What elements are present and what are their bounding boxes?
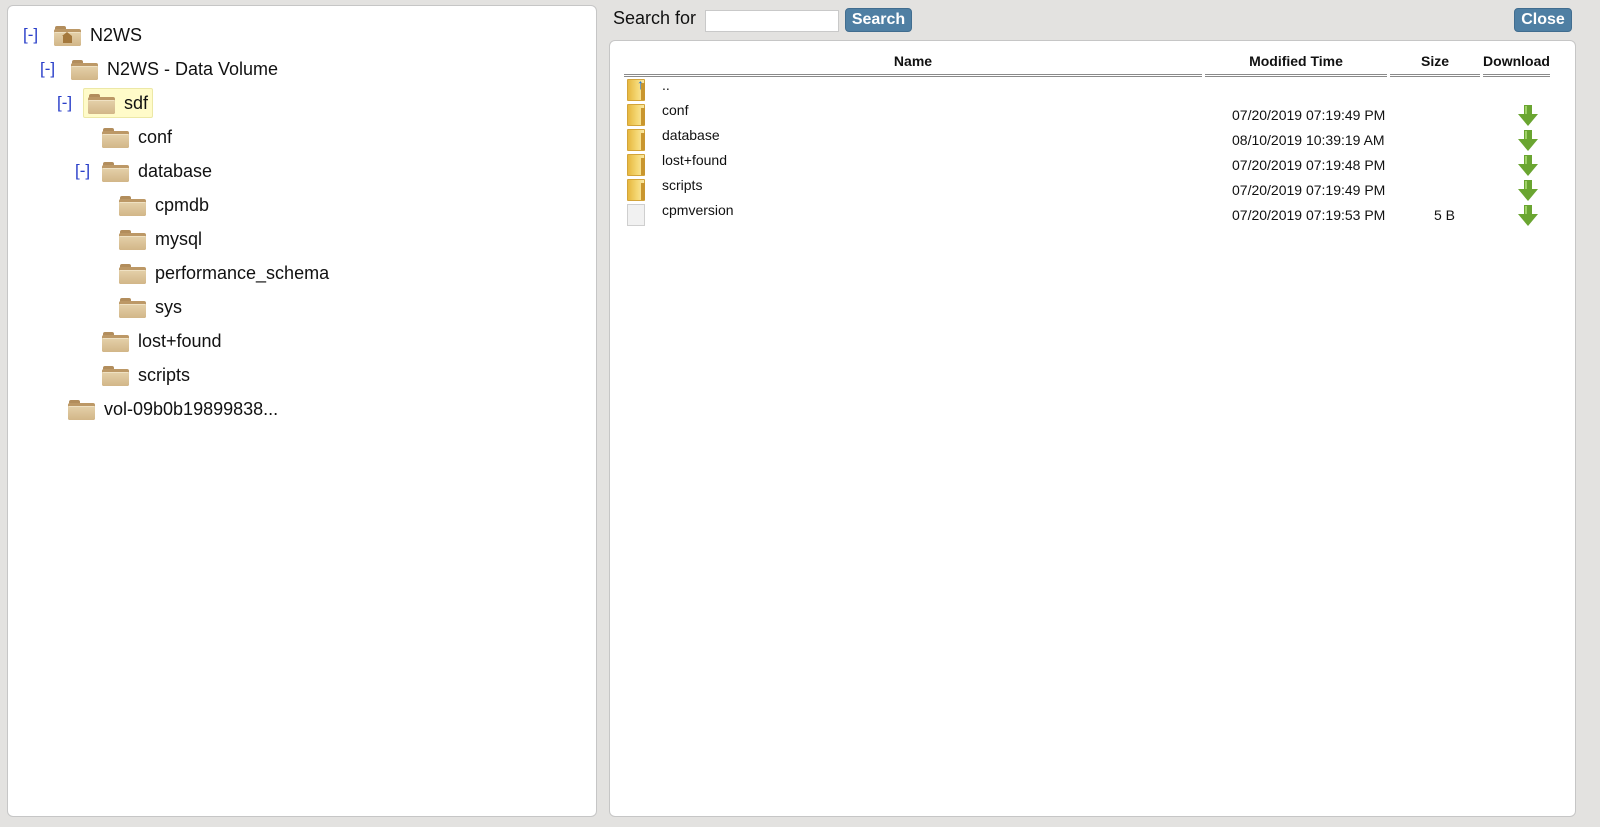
tree-node-cpmdb[interactable]: cpmdb xyxy=(114,190,214,220)
folder-icon xyxy=(119,263,146,284)
folder-tree-panel: [-] N2WS [-] N2WS - Data Volume [-] sdf … xyxy=(7,5,597,817)
download-icon[interactable] xyxy=(1517,179,1539,203)
tree-node-body[interactable]: scripts xyxy=(97,360,195,390)
tree-node-body[interactable]: conf xyxy=(97,122,177,152)
collapse-toggle[interactable]: [-] xyxy=(40,59,60,79)
column-header-modified-time[interactable]: Modified Time xyxy=(1205,53,1387,77)
download-icon[interactable] xyxy=(1517,204,1539,228)
folder-icon xyxy=(627,179,645,201)
column-header-download[interactable]: Download xyxy=(1483,53,1550,77)
folder-icon xyxy=(119,297,146,318)
folder-icon xyxy=(119,229,146,250)
tree-node-body[interactable]: N2WS - Data Volume xyxy=(66,54,283,84)
tree-node-label: sdf xyxy=(124,92,149,113)
folder-icon xyxy=(627,104,645,126)
parent-folder-icon[interactable]: ↑ xyxy=(627,76,645,101)
file-icon xyxy=(627,204,645,226)
tree-node-label: sys xyxy=(155,296,182,317)
file-name[interactable]: database xyxy=(662,127,720,143)
download-icon[interactable] xyxy=(1517,129,1539,153)
download-icon[interactable] xyxy=(1517,154,1539,178)
table-row[interactable]: conf 07/20/2019 07:19:49 PM xyxy=(624,102,1564,127)
folder-icon xyxy=(102,331,129,352)
folder-icon xyxy=(102,127,129,148)
folder-icon xyxy=(119,195,146,216)
folder-icon xyxy=(88,93,115,114)
tree-node-scripts[interactable]: scripts xyxy=(97,360,195,390)
tree-node-label: conf xyxy=(138,126,173,147)
table-row[interactable]: lost+found 07/20/2019 07:19:48 PM xyxy=(624,152,1564,177)
modified-time: 07/20/2019 07:19:49 PM xyxy=(1232,107,1386,123)
file-name[interactable]: scripts xyxy=(662,177,702,193)
table-row[interactable]: cpmversion 07/20/2019 07:19:53 PM 5 B xyxy=(624,202,1564,227)
tree-node-conf[interactable]: conf xyxy=(97,122,177,152)
file-name[interactable]: lost+found xyxy=(662,152,727,168)
folder-icon xyxy=(68,399,95,420)
tree-node-label: scripts xyxy=(138,364,191,385)
file-list-panel: Name Modified Time Size Download ↑ .. co… xyxy=(609,40,1576,817)
tree-node-vol[interactable]: vol-09b0b19899838... xyxy=(63,394,283,424)
tree-node-body[interactable]: database xyxy=(97,156,217,186)
modified-time: 07/20/2019 07:19:49 PM xyxy=(1232,182,1386,198)
column-header-size[interactable]: Size xyxy=(1390,53,1480,77)
tree-node-label: N2WS - Data Volume xyxy=(107,58,279,79)
tree-node-label: lost+found xyxy=(138,330,222,351)
file-name[interactable]: conf xyxy=(662,102,688,118)
tree-node-body[interactable]: cpmdb xyxy=(114,190,214,220)
tree-node-mysql[interactable]: mysql xyxy=(114,224,207,254)
close-button[interactable]: Close xyxy=(1514,8,1572,32)
tree-node-label: vol-09b0b19899838... xyxy=(104,398,279,419)
tree-node-database[interactable]: [-] database xyxy=(75,156,217,186)
tree-node-body[interactable]: sys xyxy=(114,292,187,322)
tree-node-label: cpmdb xyxy=(155,194,210,215)
tree-node-label: database xyxy=(138,160,213,181)
tree-node-lost-found[interactable]: lost+found xyxy=(97,326,227,356)
tree-node-label: N2WS xyxy=(90,24,143,45)
folder-icon xyxy=(102,365,129,386)
table-row[interactable]: database 08/10/2019 10:39:19 AM xyxy=(624,127,1564,152)
tree-node-label: mysql xyxy=(155,228,203,249)
tree-node-performance-schema[interactable]: performance_schema xyxy=(114,258,334,288)
table-row-parent[interactable]: ↑ .. xyxy=(624,76,1564,102)
folder-icon xyxy=(102,161,129,182)
folder-icon xyxy=(71,59,98,80)
tree-node-sdf[interactable]: [-] sdf xyxy=(57,88,154,118)
collapse-toggle[interactable]: [-] xyxy=(75,161,95,181)
file-size: 5 B xyxy=(1434,207,1456,223)
search-label: Search for xyxy=(613,8,697,28)
folder-icon xyxy=(627,129,645,151)
file-name[interactable]: .. xyxy=(662,77,670,93)
tree-node-label: performance_schema xyxy=(155,262,330,283)
tree-node-body[interactable]: lost+found xyxy=(97,326,227,356)
tree-node-body[interactable]: mysql xyxy=(114,224,207,254)
tree-node-body[interactable]: N2WS xyxy=(49,20,147,50)
modified-time: 07/20/2019 07:19:48 PM xyxy=(1232,157,1386,173)
tree-node-n2ws-data-volume[interactable]: [-] N2WS - Data Volume xyxy=(40,54,283,84)
tree-node-body[interactable]: vol-09b0b19899838... xyxy=(63,394,283,424)
modified-time: 07/20/2019 07:19:53 PM xyxy=(1232,207,1386,223)
modified-time: 08/10/2019 10:39:19 AM xyxy=(1232,132,1385,148)
collapse-toggle[interactable]: [-] xyxy=(23,25,43,45)
tree-node-body[interactable]: performance_schema xyxy=(114,258,334,288)
folder-icon xyxy=(627,154,645,176)
table-row[interactable]: scripts 07/20/2019 07:19:49 PM xyxy=(624,177,1564,202)
search-button[interactable]: Search xyxy=(845,8,912,32)
file-name[interactable]: cpmversion xyxy=(662,202,734,218)
tree-node-body-selected[interactable]: sdf xyxy=(83,88,154,118)
tree-node-n2ws[interactable]: [-] N2WS xyxy=(23,20,147,50)
tree-node-sys[interactable]: sys xyxy=(114,292,187,322)
search-input[interactable] xyxy=(705,10,839,32)
download-icon[interactable] xyxy=(1517,104,1539,128)
home-folder-icon xyxy=(54,25,81,46)
column-header-name[interactable]: Name xyxy=(624,53,1202,77)
collapse-toggle[interactable]: [-] xyxy=(57,93,77,113)
